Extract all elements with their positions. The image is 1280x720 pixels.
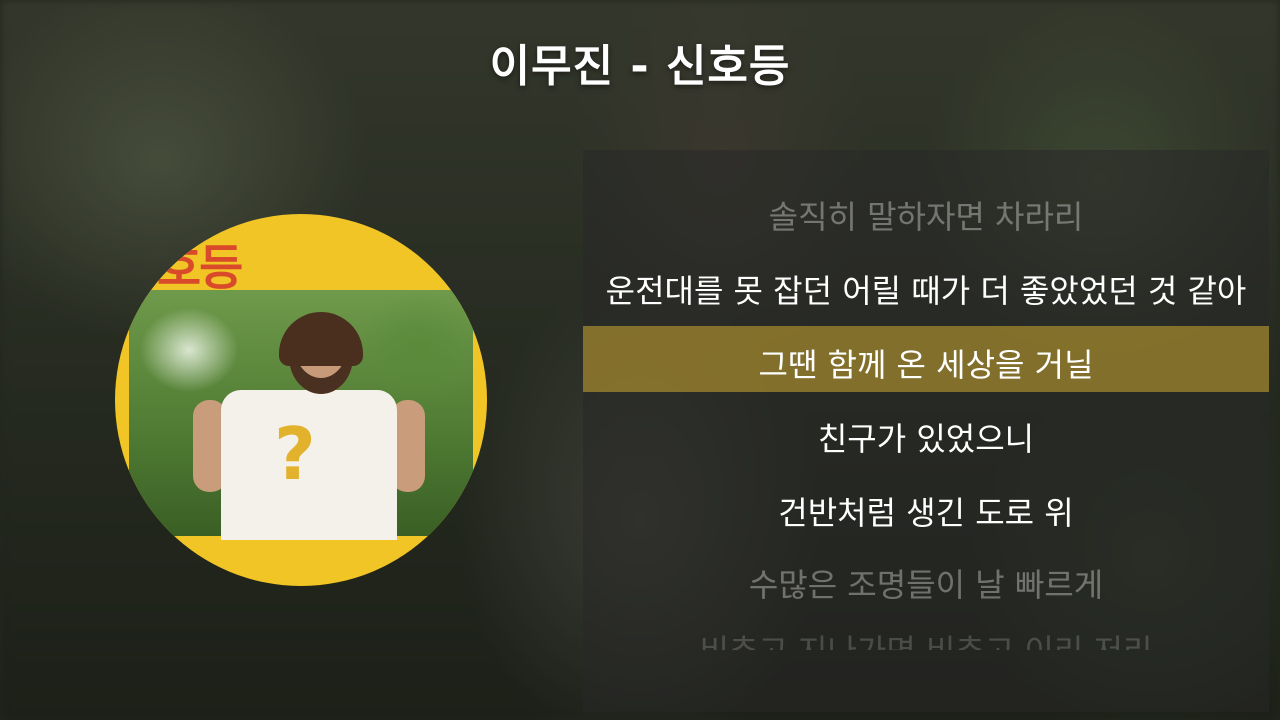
lyrics-panel: 솔직히 말하자면 차라리 운전대를 못 잡던 어릴 때가 더 좋았었던 것 같아… [583,150,1269,712]
lyric-line: 비추고 지나가면 비추고 이리 저리 [583,626,1269,650]
lyric-line: 친구가 있었으니 [817,420,1035,458]
lyric-line: 솔직히 말하자면 차라리 [768,198,1084,236]
song-title: 이무진 - 신호등 [489,41,791,92]
lyric-line: 건반처럼 생긴 도로 위 [778,494,1074,532]
question-mark-symbol: ? [274,412,316,496]
lyric-line-current: 그땐 함께 온 세상을 거닐 [758,346,1094,384]
person-hair [279,312,363,366]
album-cover: 호등 ? [115,214,487,586]
album-photo: ? [129,290,473,540]
lyric-line: 수많은 조명들이 날 빠르게 [748,566,1104,604]
lyric-line: 운전대를 못 잡던 어릴 때가 더 좋았었던 것 같아 [605,272,1247,310]
album-cover-text: 호등 [157,240,243,296]
